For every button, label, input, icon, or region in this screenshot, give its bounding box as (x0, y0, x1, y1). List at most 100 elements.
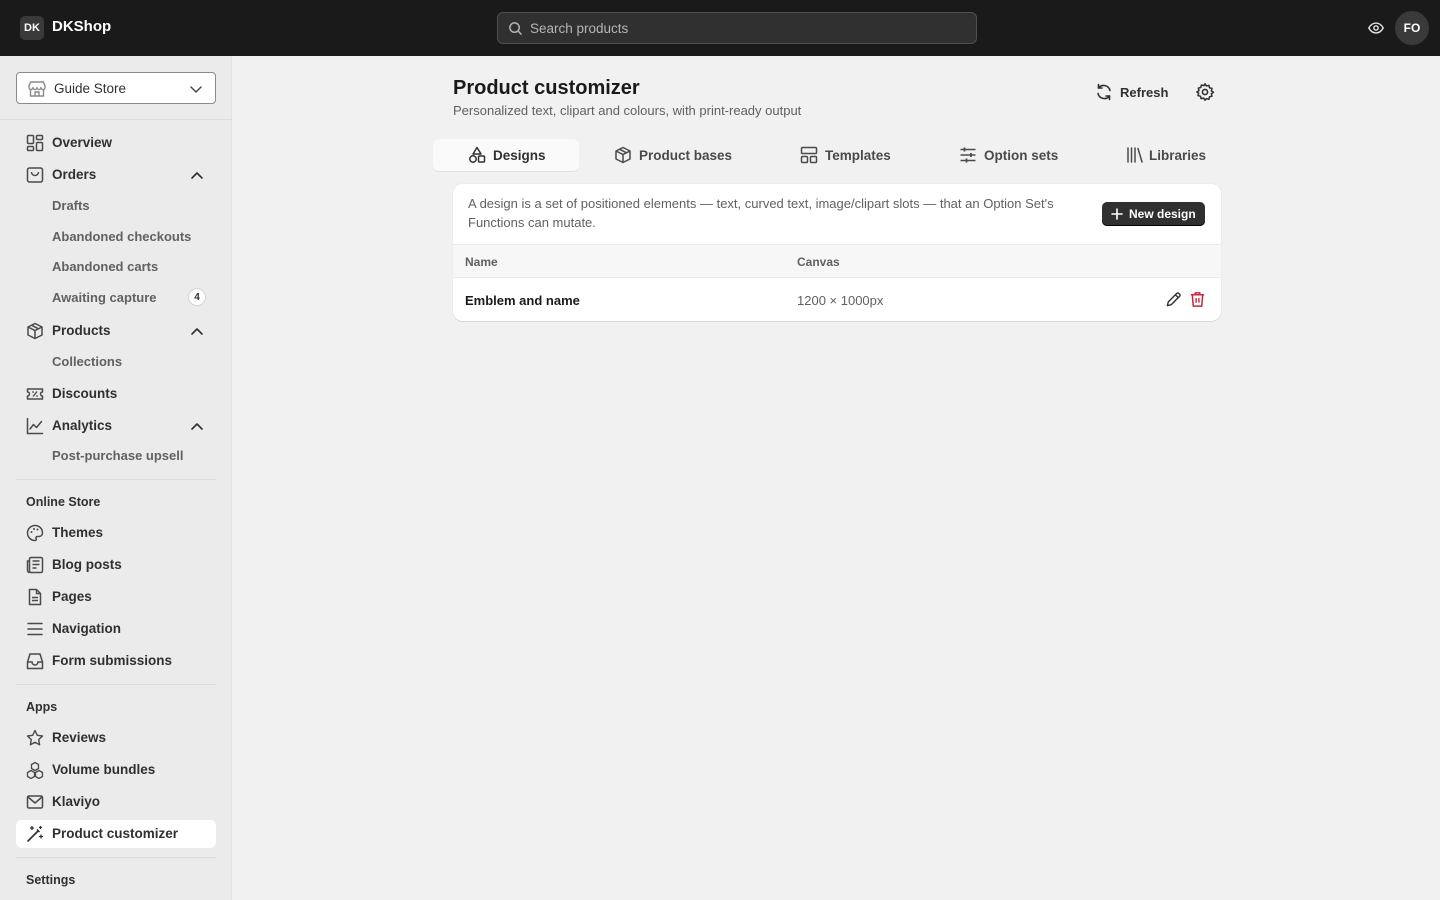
design-name[interactable]: Emblem and name (465, 293, 580, 308)
count-badge: 4 (188, 288, 206, 306)
tab-label: Templates (825, 148, 891, 163)
chevron-up-icon[interactable] (190, 326, 204, 336)
chart-line-icon (26, 417, 44, 435)
divider (16, 479, 216, 480)
tab-bar: Designs Product bases Templates Option s… (433, 139, 1221, 171)
page-title: Product customizer (453, 77, 640, 99)
sidebar-item-label: Volume bundles (52, 762, 156, 777)
divider (0, 119, 232, 120)
menu-icon (26, 620, 44, 638)
tab-label: Libraries (1149, 148, 1207, 163)
sliders-icon (959, 146, 977, 164)
document-icon (26, 588, 44, 606)
sidebar-item-navigation[interactable]: Navigation (16, 615, 216, 643)
sidebar-item-klaviyo[interactable]: Klaviyo (16, 788, 216, 816)
table-header: Name Canvas (453, 244, 1221, 278)
sidebar-item-pages[interactable]: Pages (16, 583, 216, 611)
package-icon (614, 146, 632, 164)
inbox-icon (26, 166, 44, 184)
search-input[interactable]: Search products (497, 12, 977, 44)
sidebar-item-label: Product customizer (52, 826, 179, 841)
sidebar-item-orders[interactable]: Orders (16, 161, 216, 189)
sidebar-item-blog-posts[interactable]: Blog posts (16, 551, 216, 579)
tab-designs[interactable]: Designs (433, 139, 579, 171)
gear-icon (1195, 82, 1215, 102)
sidebar-item-overview[interactable]: Overview (16, 129, 216, 157)
sidebar-item-label: Navigation (52, 621, 122, 636)
chevron-down-icon (189, 82, 203, 96)
sidebar-item-awaiting-capture[interactable]: Awaiting capture 4 (16, 285, 216, 311)
sidebar-item-settings[interactable]: Settings (26, 873, 75, 887)
layout-icon (800, 146, 818, 164)
column-header-canvas[interactable]: Canvas (797, 255, 840, 269)
store-name: Guide Store (54, 81, 127, 96)
sidebar-item-post-purchase-upsell[interactable]: Post-purchase upsell (16, 443, 216, 469)
tab-product-bases[interactable]: Product bases (603, 139, 753, 171)
package-icon (26, 322, 44, 340)
inbox-tray-icon (26, 652, 44, 670)
sidebar-item-drafts[interactable]: Drafts (16, 193, 216, 219)
user-avatar[interactable]: FO (1395, 11, 1429, 45)
design-canvas-size: 1200 × 1000px (797, 293, 884, 308)
chevron-up-icon[interactable] (190, 421, 204, 431)
section-heading-apps: Apps (26, 700, 58, 714)
store-selector[interactable]: Guide Store (16, 72, 216, 104)
sidebar-item-label: Awaiting capture (52, 290, 157, 305)
sidebar-item-volume-bundles[interactable]: Volume bundles (16, 756, 216, 784)
sidebar: Guide Store Overview Orders Drafts Aband… (0, 56, 232, 900)
sidebar-item-label: Analytics (52, 418, 113, 433)
tab-libraries[interactable]: Libraries (1115, 139, 1221, 171)
grid-icon (26, 134, 44, 152)
palette-icon (26, 524, 44, 542)
tab-label: Product bases (639, 148, 733, 163)
search-placeholder: Search products (530, 21, 629, 36)
sidebar-item-label: Collections (52, 354, 123, 369)
top-bar: DK DKShop Search products FO (0, 0, 1440, 56)
sidebar-item-products[interactable]: Products (16, 317, 216, 345)
shop-name[interactable]: DKShop (52, 18, 111, 35)
sidebar-item-label: Orders (52, 167, 97, 182)
sidebar-item-label: Blog posts (52, 557, 122, 572)
sidebar-item-reviews[interactable]: Reviews (16, 724, 216, 752)
tab-label: Designs (493, 148, 546, 163)
mail-icon (26, 793, 44, 811)
sidebar-item-label: Drafts (52, 198, 90, 213)
sidebar-item-product-customizer[interactable]: Product customizer (16, 820, 216, 848)
sidebar-item-collections[interactable]: Collections (16, 349, 216, 375)
sidebar-item-abandoned-carts[interactable]: Abandoned carts (16, 254, 216, 280)
sidebar-item-discounts[interactable]: Discounts (16, 380, 216, 408)
table-row[interactable]: Emblem and name 1200 × 1000px (453, 278, 1221, 321)
sidebar-item-themes[interactable]: Themes (16, 519, 216, 547)
tab-label: Option sets (984, 148, 1059, 163)
sidebar-item-analytics[interactable]: Analytics (16, 412, 216, 440)
column-header-name[interactable]: Name (465, 255, 498, 269)
settings-button[interactable] (1190, 77, 1220, 107)
designs-description: A design is a set of positioned elements… (468, 196, 1054, 230)
refresh-icon (1094, 82, 1114, 102)
sidebar-item-label: Themes (52, 525, 104, 540)
sidebar-item-form-submissions[interactable]: Form submissions (16, 647, 216, 675)
sidebar-item-label: Discounts (52, 386, 118, 401)
tab-option-sets[interactable]: Option sets (948, 139, 1078, 171)
sidebar-item-label: Overview (52, 135, 113, 150)
view-store-icon[interactable] (1367, 19, 1385, 37)
sidebar-item-label: Reviews (52, 730, 107, 745)
sidebar-item-label: Klaviyo (52, 794, 101, 809)
sidebar-item-label: Products (52, 323, 111, 338)
divider (16, 857, 216, 858)
tab-templates[interactable]: Templates (789, 139, 909, 171)
discount-ticket-icon (26, 385, 44, 403)
refresh-button[interactable]: Refresh (1088, 77, 1178, 107)
edit-icon[interactable] (1165, 291, 1182, 308)
delete-icon[interactable] (1189, 291, 1206, 308)
new-design-button[interactable]: New design (1102, 202, 1205, 226)
plus-icon (1111, 208, 1123, 220)
sidebar-item-abandoned-checkouts[interactable]: Abandoned checkouts (16, 224, 216, 250)
shapes-icon (468, 146, 486, 164)
page-subtitle: Personalized text, clipart and colours, … (453, 103, 802, 118)
sidebar-item-label: Post-purchase upsell (52, 448, 184, 463)
sidebar-item-label: Abandoned carts (52, 259, 159, 274)
store-icon (27, 80, 47, 98)
shop-logo[interactable]: DK (20, 16, 44, 40)
chevron-up-icon[interactable] (190, 170, 204, 180)
